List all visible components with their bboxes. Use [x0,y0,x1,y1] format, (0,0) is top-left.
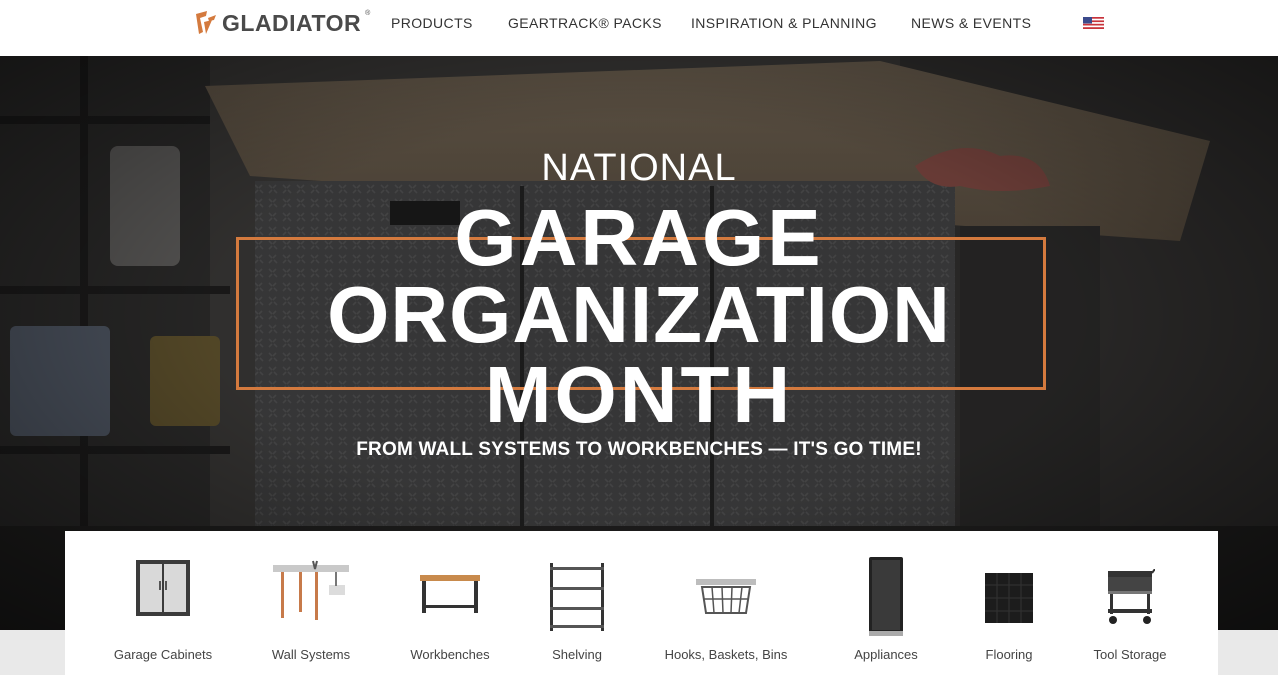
nav-item-products[interactable]: PRODUCTS [391,14,473,32]
gladiator-logo-icon [196,11,216,34]
category-flooring[interactable]: Flooring [949,531,1069,675]
site-header: GLADIATOR ® PRODUCTS GEARTRACK® PACKS IN… [0,0,1278,56]
wall-system-icon [273,560,349,620]
category-label: Flooring [985,647,1033,662]
basket-icon [696,579,756,614]
hero-title-line-2: GARAGE [454,193,824,282]
category-label: Tool Storage [1093,647,1167,662]
hero-subtitle: FROM WALL SYSTEMS TO WORKBENCHES — IT'S … [356,439,922,460]
category-hooks-baskets-bins[interactable]: Hooks, Baskets, Bins [655,531,797,675]
logo-text: GLADIATOR [222,9,362,36]
category-workbenches[interactable]: Workbenches [390,531,510,675]
nav-item-inspiration-planning[interactable]: INSPIRATION & PLANNING [691,14,877,32]
nav-item-geartrack-packs[interactable]: GEARTRACK® PACKS [508,14,662,32]
category-shelving[interactable]: Shelving [517,531,637,675]
category-wall-systems[interactable]: Wall Systems [251,531,371,675]
gladiator-logo[interactable]: GLADIATOR ® [194,8,370,38]
cabinet-icon [136,560,190,616]
workbench-icon [420,575,480,613]
hero-title-line-3: ORGANIZATION [327,270,951,359]
hero-title-line-4: MONTH [484,350,794,439]
category-label: Wall Systems [271,647,351,662]
category-label: Appliances [854,647,918,662]
refrigerator-icon [869,557,903,636]
hero-title-line-1: NATIONAL [541,147,737,189]
floor-tile-icon [985,573,1033,623]
category-label: Hooks, Baskets, Bins [664,647,788,662]
category-label: Workbenches [410,647,490,662]
tool-cart-icon [1108,569,1155,624]
nav-item-news-events[interactable]: NEWS & EVENTS [911,14,1031,32]
shelving-icon [550,563,604,631]
us-flag-icon[interactable] [1083,17,1104,29]
category-tool-storage[interactable]: Tool Storage [1070,531,1190,675]
category-appliances[interactable]: Appliances [826,531,946,675]
logo-trademark: ® [365,10,371,17]
category-garage-cabinets[interactable]: Garage Cabinets [103,531,223,675]
category-label: Shelving [552,647,602,662]
category-label: Garage Cabinets [113,647,213,662]
category-bar: Garage Cabinets Wall Systems Workbenches [65,531,1218,675]
